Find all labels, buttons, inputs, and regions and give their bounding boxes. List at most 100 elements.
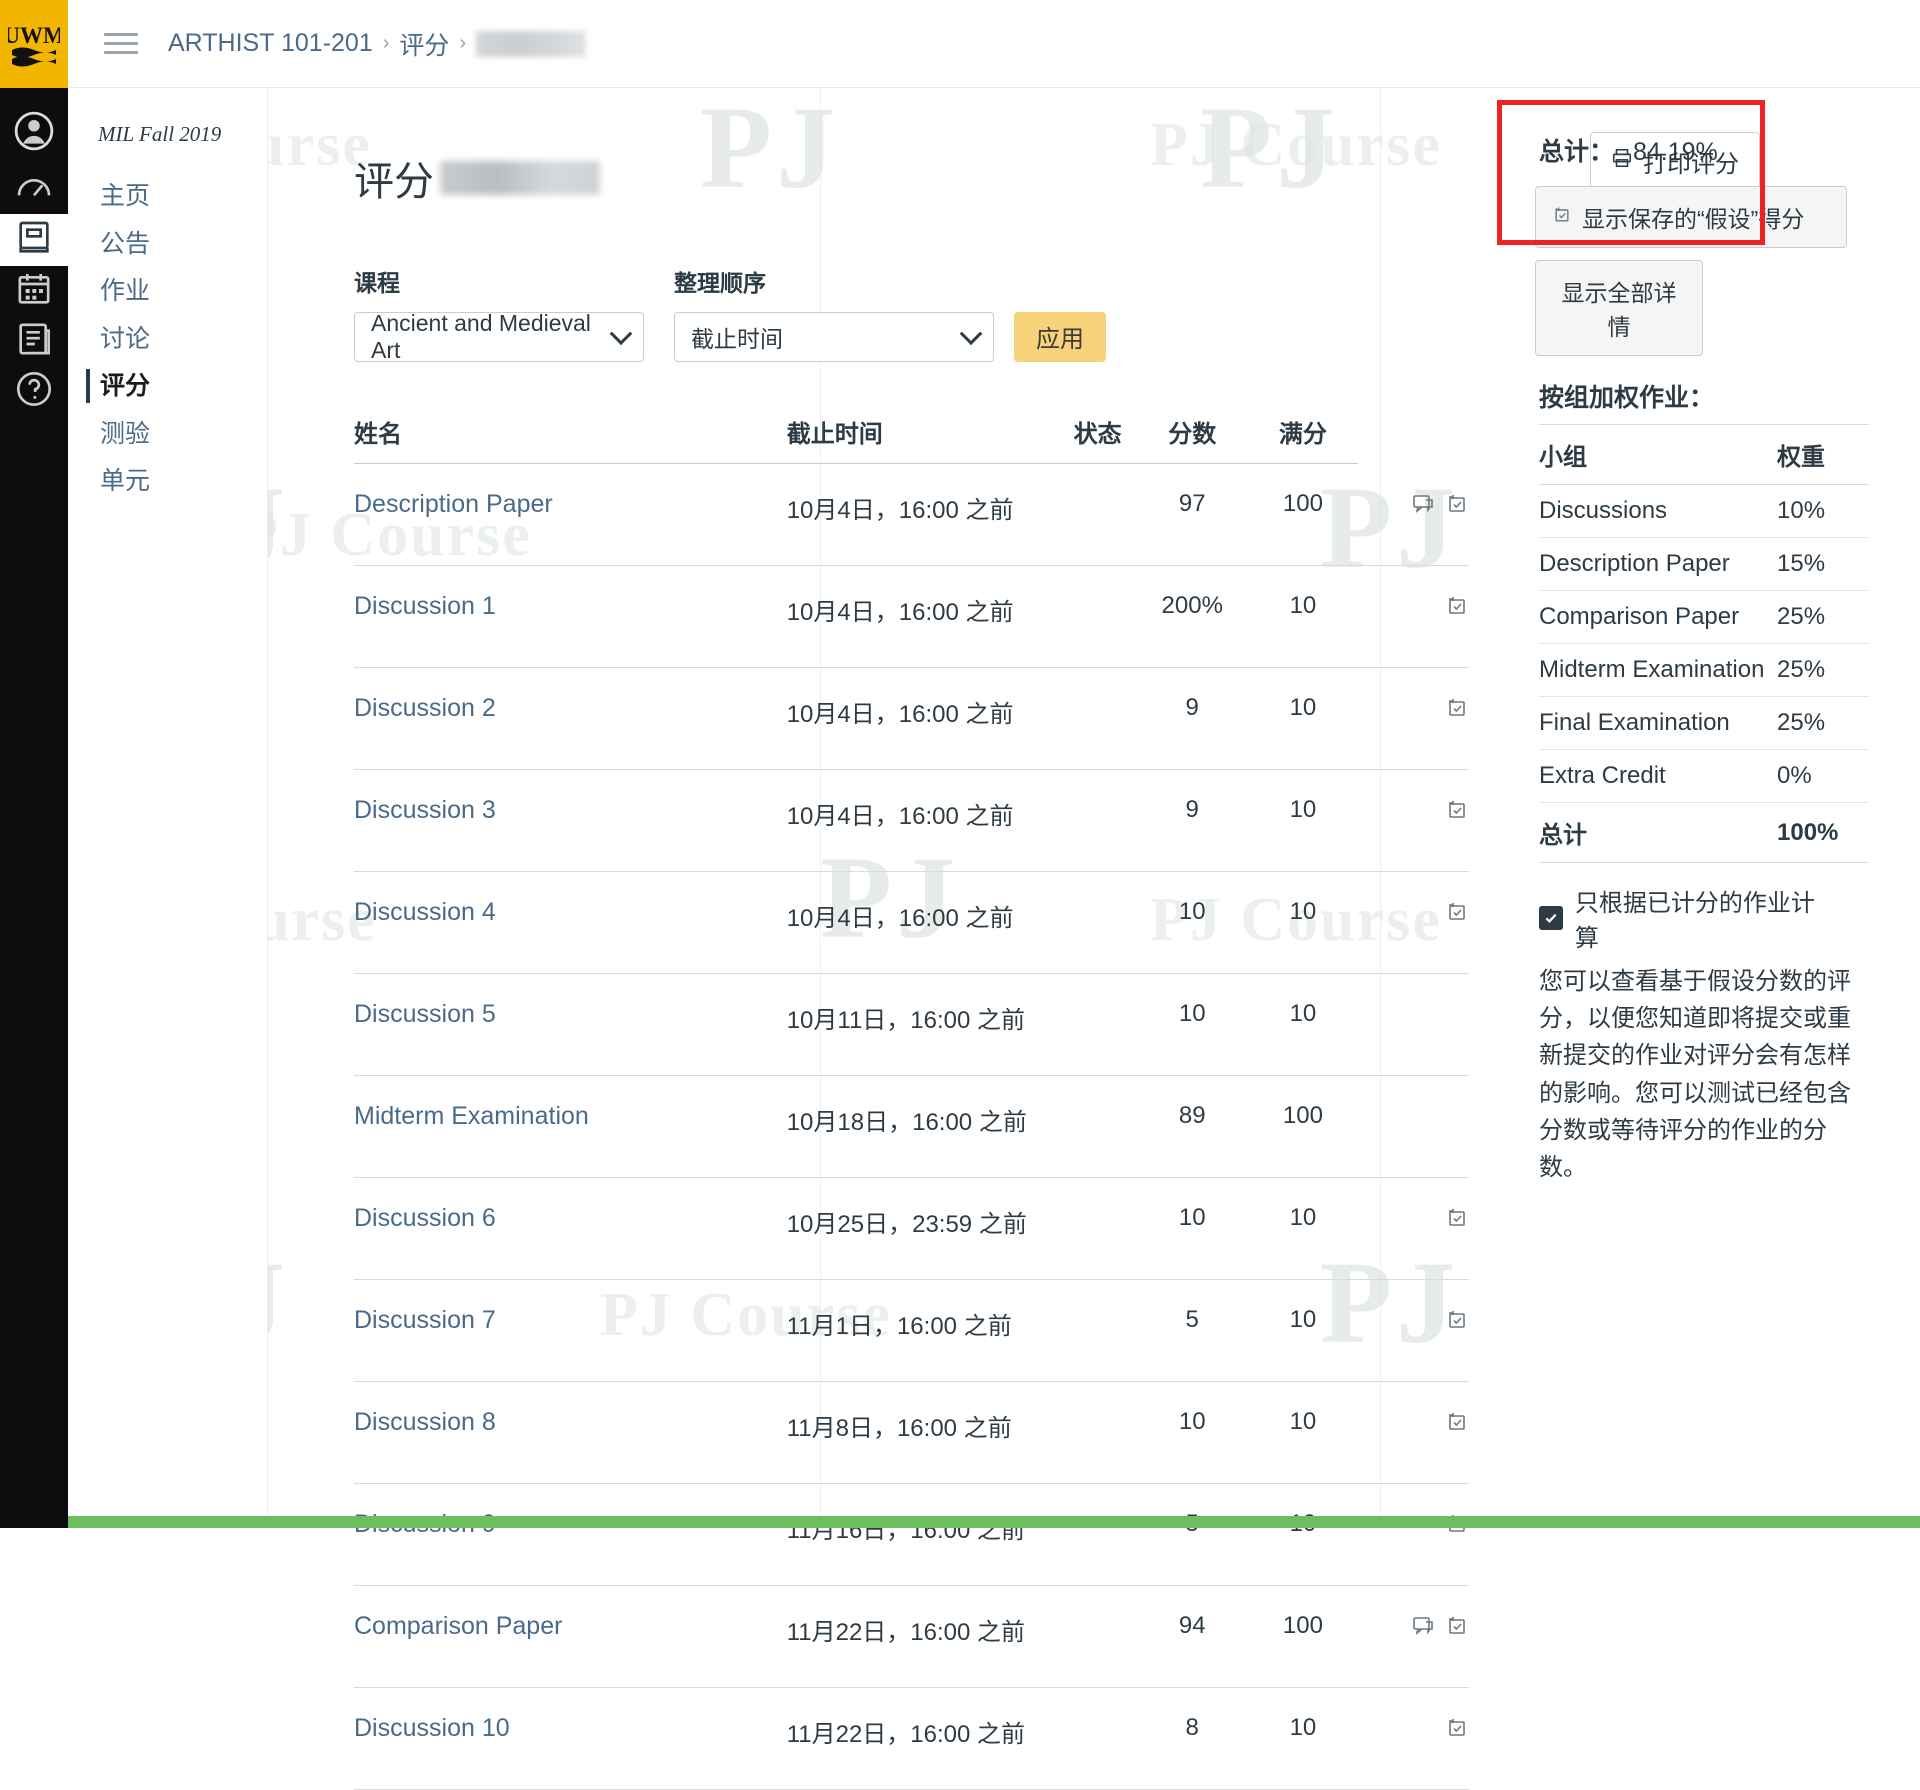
scorecard-icon[interactable]	[1435, 1408, 1469, 1435]
assignment-link[interactable]: Discussion 6	[354, 1204, 496, 1232]
row-actions-cell	[1358, 1177, 1469, 1280]
header-name[interactable]: 姓名	[354, 413, 787, 464]
rail-item-courses[interactable]	[0, 214, 68, 266]
assignment-link[interactable]: Discussion 8	[354, 1408, 496, 1436]
assignment-link[interactable]: Description Paper	[354, 490, 553, 518]
comment-icon[interactable]	[1401, 1612, 1435, 1639]
scorecard-icon[interactable]	[1435, 796, 1469, 823]
header-status[interactable]: 状态	[1058, 413, 1137, 464]
table-row: Discussion 6 10月25日，23:59 之前 10 10	[354, 1177, 1469, 1280]
rail-item-calendar[interactable]	[0, 266, 68, 316]
top-bar: ARTHIST 101-201 › 评分 ›	[68, 0, 1920, 88]
score-cell[interactable]: 89	[1136, 1075, 1248, 1178]
weight-percent: 25%	[1777, 590, 1869, 644]
status-cell	[1058, 769, 1137, 872]
apply-button[interactable]: 应用	[1014, 311, 1106, 362]
course-nav-item-quizzes[interactable]: 测验	[90, 411, 267, 459]
show-all-details-button[interactable]: 显示全部详情	[1535, 260, 1703, 356]
course-select[interactable]: Ancient and Medieval Art	[354, 310, 644, 363]
score-cell[interactable]: 10	[1136, 973, 1248, 1076]
out-of-cell: 10	[1247, 1483, 1359, 1586]
score-cell[interactable]: 94	[1136, 1585, 1248, 1688]
header-score[interactable]: 分数	[1136, 413, 1248, 464]
breadcrumb-grades[interactable]: 评分	[399, 26, 449, 62]
calculate-based-on-graded-row[interactable]: 只根据已计分的作业计算	[1539, 883, 1837, 953]
assignment-link[interactable]: Discussion 2	[354, 694, 496, 722]
score-cell[interactable]: 200%	[1136, 565, 1248, 668]
assignment-link[interactable]: Discussion 7	[354, 1306, 496, 1334]
score-cell[interactable]: 10	[1136, 1381, 1248, 1484]
weight-percent: 0%	[1777, 749, 1869, 803]
hamburger-icon[interactable]	[104, 27, 138, 60]
breadcrumb: ARTHIST 101-201 › 评分 ›	[168, 26, 587, 62]
score-cell[interactable]: 10	[1136, 1177, 1248, 1280]
show-saved-whatif-scores-button[interactable]: 显示保存的“假设”得分	[1535, 186, 1847, 248]
grades-table-header-row: 姓名 截止时间 状态 分数 满分	[354, 413, 1469, 464]
due-date-cell: 11月22日，16:00 之前	[786, 1585, 1059, 1688]
calculate-based-on-graded-checkbox[interactable]	[1539, 906, 1563, 930]
score-cell[interactable]: 9	[1136, 769, 1248, 872]
rail-item-dashboard[interactable]	[0, 164, 68, 214]
assignment-name-cell: Discussion 6	[354, 1177, 787, 1280]
assignment-link[interactable]: Comparison Paper	[354, 1612, 562, 1640]
weights-table-body: Discussions 10% Description Paper 15% Compar…	[1539, 484, 1869, 863]
score-cell[interactable]: 9	[1136, 667, 1248, 770]
due-date-cell: 10月18日，16:00 之前	[786, 1075, 1059, 1178]
course-nav-item-discussions[interactable]: 讨论	[90, 316, 267, 364]
scorecard-icon[interactable]	[1435, 1714, 1469, 1741]
scorecard-icon[interactable]	[1435, 1612, 1469, 1639]
out-of-cell: 10	[1247, 1687, 1359, 1790]
weights-total-value: 100%	[1777, 802, 1869, 863]
scorecard-icon[interactable]	[1435, 1306, 1469, 1333]
scorecard-icon[interactable]	[1435, 592, 1469, 619]
assignment-name-cell: Discussion 7	[354, 1279, 787, 1382]
rail-item-help[interactable]	[0, 366, 68, 416]
course-nav-item-announcements[interactable]: 公告	[90, 221, 267, 269]
header-due[interactable]: 截止时间	[786, 413, 1059, 464]
question-circle-icon	[14, 369, 54, 414]
rail-item-inbox[interactable]	[0, 316, 68, 366]
out-of-cell: 10	[1247, 565, 1359, 668]
uwm-logo[interactable]: UWM	[0, 0, 68, 88]
course-nav-item-assignments[interactable]: 作业	[90, 268, 267, 316]
global-navigation-rail[interactable]: UWM	[0, 0, 68, 1528]
assignment-link[interactable]: Discussion 1	[354, 592, 496, 620]
user-circle-icon	[13, 110, 55, 157]
header-out-of[interactable]: 满分	[1247, 413, 1359, 464]
score-cell[interactable]: 5	[1136, 1483, 1248, 1586]
breadcrumb-redacted-name	[476, 30, 587, 57]
book-icon	[14, 218, 54, 263]
scorecard-icon[interactable]	[1435, 898, 1469, 925]
course-nav-item-grades[interactable]: 评分	[86, 363, 267, 411]
show-saved-whatif-scores-label: 显示保存的“假设”得分	[1582, 206, 1805, 232]
calculate-based-on-graded-label: 只根据已计分的作业计算	[1574, 890, 1815, 952]
scorecard-icon[interactable]	[1435, 489, 1469, 516]
assignment-link[interactable]: Discussion 4	[354, 898, 496, 926]
scorecard-icon[interactable]	[1435, 694, 1469, 721]
score-cell[interactable]: 10	[1136, 871, 1248, 974]
assignment-group-weights-table: 小组 权重 Discussions 10% Description Paper 15%…	[1539, 424, 1869, 863]
table-row: Discussion 1 10月4日，16:00 之前 200% 10	[354, 565, 1469, 668]
score-cell[interactable]: 8	[1136, 1687, 1248, 1790]
arrange-by-select[interactable]: 截止时间	[674, 311, 994, 362]
out-of-cell: 10	[1247, 871, 1359, 974]
due-date-cell: 10月4日，16:00 之前	[786, 769, 1059, 872]
scorecard-icon	[1552, 204, 1572, 231]
course-nav-item-home[interactable]: 主页	[90, 173, 267, 221]
assignment-link[interactable]: Discussion 3	[354, 796, 496, 824]
breadcrumb-course[interactable]: ARTHIST 101-201	[168, 29, 373, 58]
rail-item-account[interactable]	[0, 102, 68, 164]
score-cell[interactable]: 97	[1136, 463, 1248, 566]
out-of-cell: 100	[1247, 1075, 1359, 1178]
row-actions-cell	[1358, 1075, 1469, 1178]
assignment-name-cell: Discussion 2	[354, 667, 787, 770]
comment-icon[interactable]	[1401, 489, 1435, 516]
course-nav-item-modules[interactable]: 单元	[90, 458, 267, 506]
grades-table-body: Description Paper 10月4日，16:00 之前 97 100 Disc…	[354, 463, 1469, 1790]
scorecard-icon[interactable]	[1435, 1204, 1469, 1231]
assignment-link[interactable]: Discussion 5	[354, 1000, 496, 1028]
assignment-link[interactable]: Discussion 10	[354, 1714, 510, 1742]
total-grade-value: 84.19%	[1632, 138, 1718, 166]
score-cell[interactable]: 5	[1136, 1279, 1248, 1382]
assignment-link[interactable]: Midterm Examination	[354, 1102, 589, 1130]
